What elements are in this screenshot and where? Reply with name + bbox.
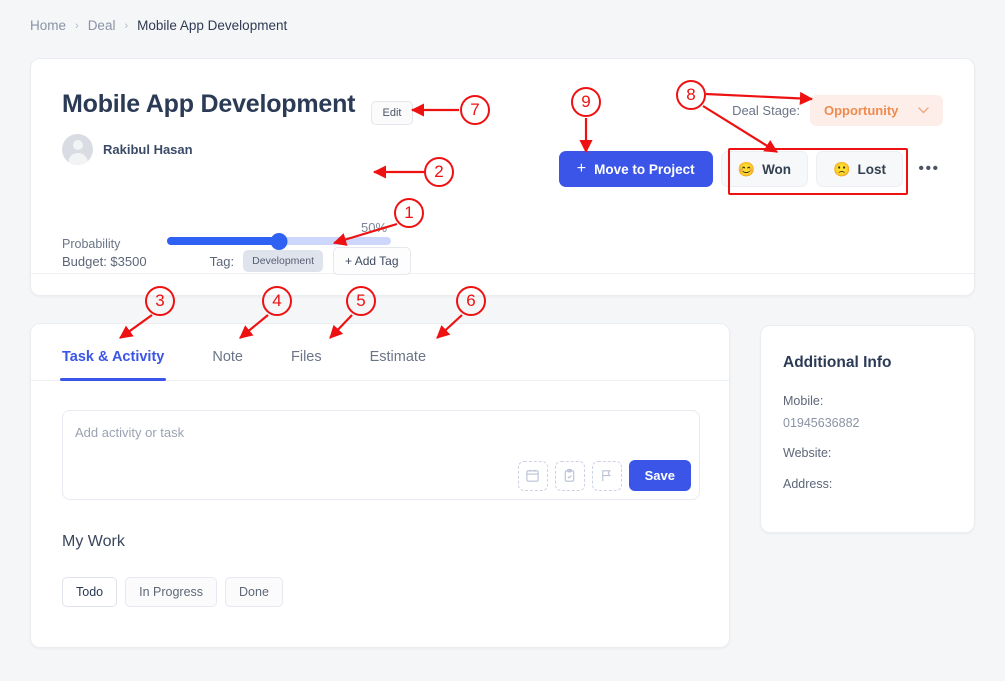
my-work-heading: My Work — [62, 533, 125, 550]
breadcrumb-current: Mobile App Development — [137, 18, 288, 33]
add-tag-button[interactable]: + Add Tag — [333, 247, 411, 275]
my-work-filter-chips: Todo In Progress Done — [62, 577, 283, 607]
tag-label: Tag: — [209, 253, 235, 269]
additional-info-heading: Additional Info — [783, 354, 892, 371]
additional-info-card: Additional Info Mobile: 01945636882 Webs… — [760, 325, 975, 533]
owner-name: Rakibul Hasan — [103, 142, 193, 157]
lost-button[interactable]: 🙁 Lost — [816, 151, 903, 187]
move-to-project-label: Move to Project — [594, 161, 695, 177]
tab-note[interactable]: Note — [212, 349, 243, 380]
calendar-icon[interactable] — [517, 460, 548, 491]
breadcrumb: Home › Deal › Mobile App Development — [30, 18, 287, 33]
tab-estimate[interactable]: Estimate — [370, 349, 426, 380]
deal-detail-page: Home › Deal › Mobile App Development Mob… — [0, 0, 1005, 681]
breadcrumb-home[interactable]: Home — [30, 18, 66, 33]
chevron-right-icon: › — [75, 19, 79, 32]
frowning-face-icon: 🙁 — [833, 160, 851, 177]
more-options-button[interactable]: ••• — [911, 151, 947, 187]
plus-icon: + — [576, 160, 587, 177]
probability-slider[interactable] — [167, 233, 391, 250]
save-button[interactable]: Save — [628, 460, 691, 491]
chevron-right-icon: › — [124, 19, 129, 32]
tab-label: Note — [212, 349, 243, 365]
tab-files[interactable]: Files — [291, 349, 322, 380]
won-button[interactable]: 😊 Won — [720, 151, 809, 187]
tab-label: Estimate — [369, 349, 427, 365]
tab-label: Task & Activity — [62, 349, 165, 365]
address-label: Address: — [783, 477, 833, 491]
mobile-value: 01945636882 — [783, 416, 860, 430]
page-title: Mobile App Development — [62, 90, 356, 118]
deal-stage-label: Deal Stage: — [732, 103, 800, 118]
deal-stage-row: Deal Stage: Opportunity — [732, 95, 943, 126]
chevron-down-icon — [918, 105, 929, 117]
flag-icon[interactable] — [591, 460, 622, 491]
mobile-label: Mobile: — [783, 394, 824, 408]
tab-bar: Task & Activity Note Files Estimate — [31, 324, 729, 381]
activity-toolbar: Save — [517, 460, 691, 491]
deal-activity-panel: Task & Activity Note Files Estimate Add act… — [30, 323, 730, 648]
tag-chip-development[interactable]: Development — [243, 250, 324, 272]
move-to-project-button[interactable]: + Move to Project — [558, 151, 713, 187]
website-label: Website: — [783, 446, 832, 460]
my-work-chip-done[interactable]: Done — [225, 577, 283, 607]
tab-task-activity[interactable]: Task & Activity — [59, 349, 167, 381]
activity-input-box[interactable]: Add activity or task Save — [62, 410, 700, 500]
my-work-chip-todo[interactable]: Todo — [62, 577, 118, 607]
deal-owner: Rakibul Hasan — [62, 134, 193, 165]
budget-value: Budget: $3500 — [62, 253, 147, 269]
deal-action-row: + Move to Project 😊 Won 🙁 Lost ••• — [558, 151, 947, 187]
avatar — [62, 134, 93, 165]
breadcrumb-deal[interactable]: Deal — [88, 18, 116, 33]
edit-button[interactable]: Edit — [371, 101, 413, 125]
deal-summary-card: Mobile App Development Edit Rakibul Hasa… — [30, 58, 975, 296]
deal-stage-value: Opportunity — [824, 103, 899, 118]
clipboard-check-icon[interactable] — [554, 460, 585, 491]
won-label: Won — [762, 161, 792, 177]
smiling-face-icon: 😊 — [737, 160, 756, 177]
deal-stage-select[interactable]: Opportunity — [810, 95, 943, 126]
activity-input-placeholder: Add activity or task — [75, 425, 185, 440]
probability-value: 50% — [361, 220, 388, 235]
my-work-chip-in-progress[interactable]: In Progress — [125, 577, 218, 607]
tab-label: Files — [290, 349, 322, 365]
deal-meta-row: Budget: $3500 Tag: Development + Add Tag — [62, 247, 411, 275]
slider-fill — [167, 237, 279, 245]
lost-label: Lost — [857, 161, 887, 177]
